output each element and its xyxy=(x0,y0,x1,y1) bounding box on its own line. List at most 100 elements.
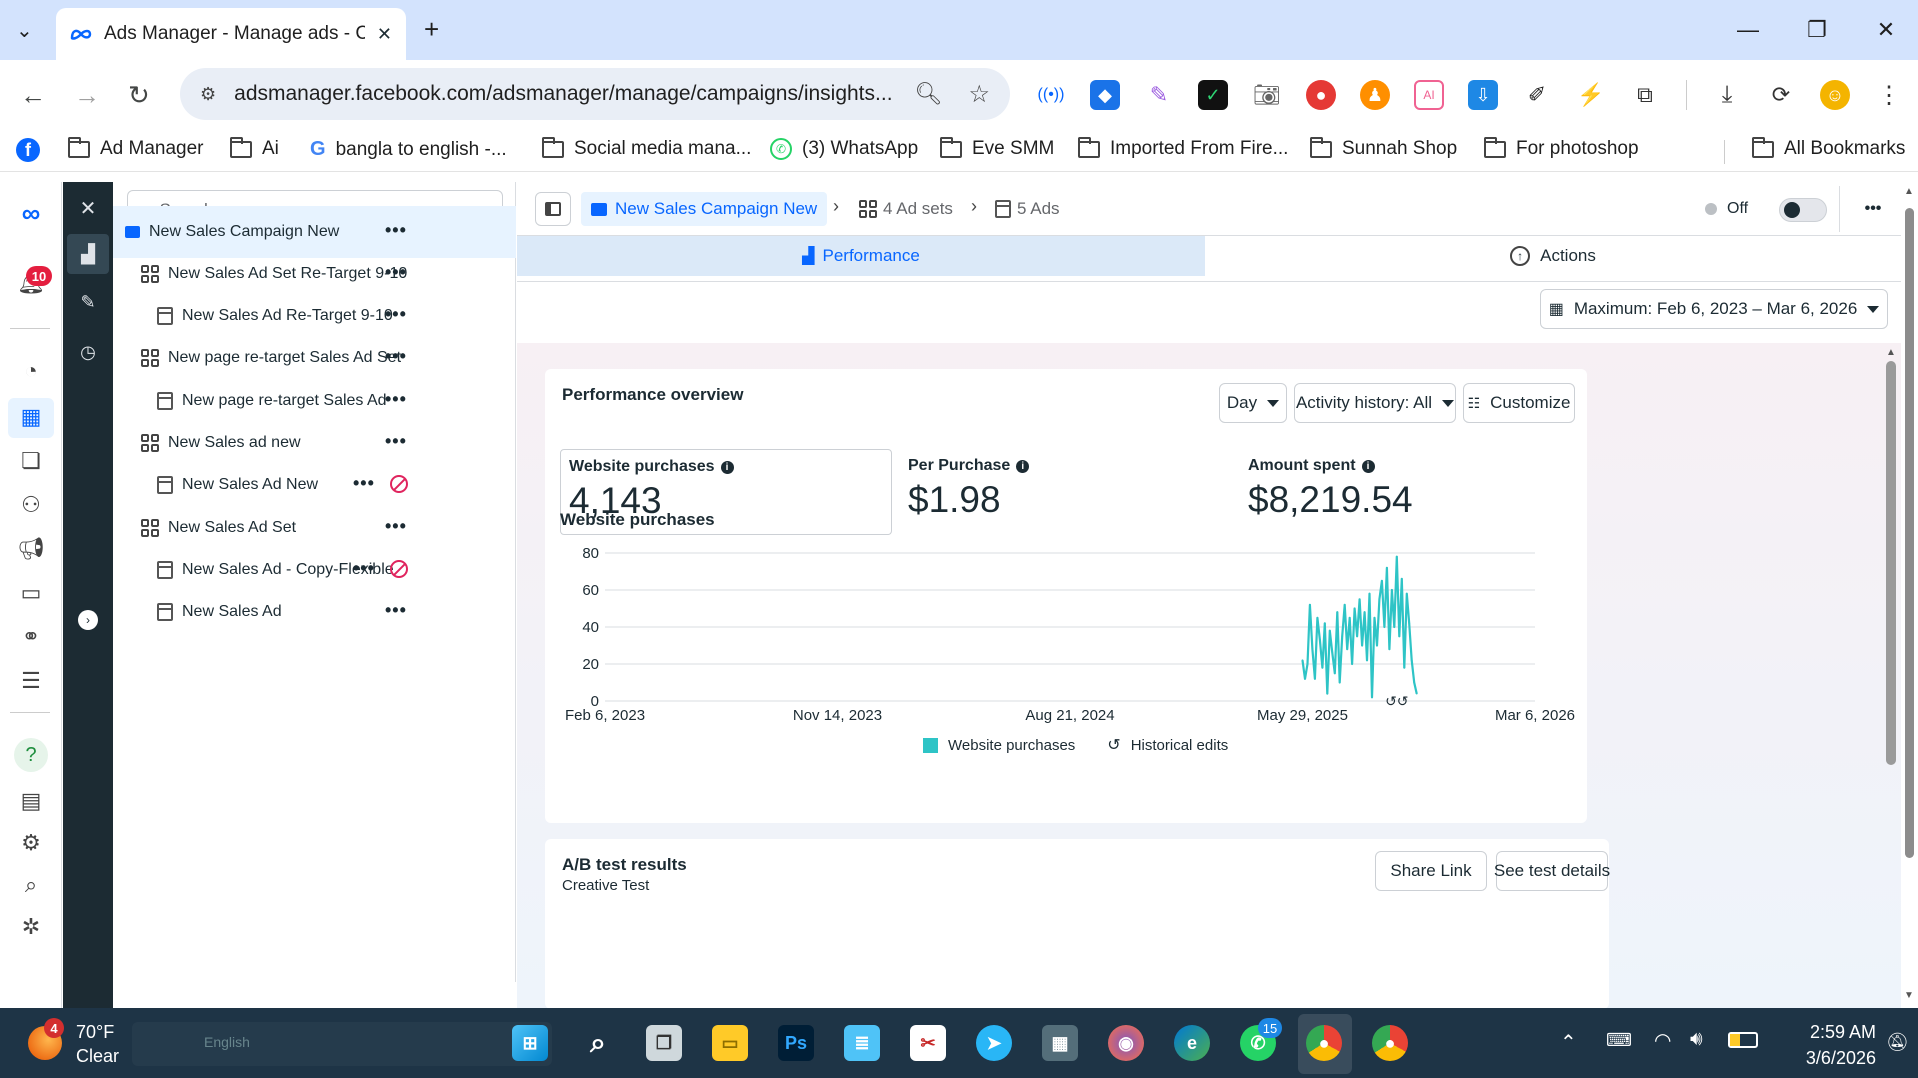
settings-gear-icon[interactable]: ⚙ xyxy=(16,828,46,858)
calculator-icon[interactable]: ▦ xyxy=(1042,1025,1078,1061)
info-icon[interactable]: i xyxy=(1016,459,1030,473)
bookmark-photoshop[interactable]: For photoshop xyxy=(1484,136,1639,160)
volume-icon[interactable]: 🔊︎ xyxy=(1690,1028,1703,1051)
url-text[interactable]: adsmanager.facebook.com/adsmanager/manag… xyxy=(234,82,894,106)
bookmark-ai[interactable]: Ai xyxy=(230,136,279,160)
bookmark-ad-manager[interactable]: Ad Manager xyxy=(68,136,204,160)
content-scroll-thumb[interactable] xyxy=(1886,361,1896,765)
tab-performance[interactable]: ▟ Performance xyxy=(517,236,1205,276)
notification-center-icon[interactable]: 🔕︎ xyxy=(1886,1032,1909,1053)
breadcrumb-adsets[interactable]: 4 Ad sets xyxy=(859,192,953,226)
extension-dropper-icon[interactable]: ✐ xyxy=(1522,80,1552,110)
tab-close-icon[interactable]: ✕ xyxy=(377,24,392,45)
window-close-icon[interactable]: ✕ xyxy=(1866,12,1906,48)
telegram-icon[interactable]: ➤ xyxy=(976,1025,1012,1061)
restore-icon[interactable]: ❐ xyxy=(1797,12,1837,48)
bookmark-whatsapp[interactable]: ✆ (3) WhatsApp xyxy=(770,138,918,160)
bookmark-social[interactable]: Social media mana... xyxy=(542,136,751,160)
downloads-icon[interactable]: ⤓ xyxy=(1712,80,1742,110)
extension-wand-icon[interactable]: ⚡ xyxy=(1576,80,1606,110)
customize-button[interactable]: ☷ Customize xyxy=(1463,383,1575,423)
granularity-dropdown[interactable]: Day xyxy=(1219,383,1287,423)
more-options-icon[interactable]: ••• xyxy=(385,346,407,367)
edge-icon[interactable]: e xyxy=(1174,1025,1210,1061)
more-options-icon[interactable]: ••• xyxy=(353,558,375,579)
bookmark-star-icon[interactable]: ☆ xyxy=(968,80,990,109)
more-options-icon[interactable]: ••• xyxy=(385,389,407,410)
help-icon[interactable]: ? xyxy=(14,738,48,772)
bug-report-icon[interactable]: ✲ xyxy=(16,912,46,942)
breadcrumb-ads[interactable]: 5 Ads xyxy=(995,192,1060,226)
keyboard-icon[interactable]: ⌨ xyxy=(1606,1030,1632,1051)
wifi-icon[interactable]: ◠ xyxy=(1654,1028,1671,1053)
snipping-tool-icon[interactable]: ✂ xyxy=(910,1025,946,1061)
more-options-icon[interactable]: ••• xyxy=(385,304,407,325)
campaigns-table-icon[interactable]: ▦ xyxy=(16,402,46,432)
extensions-puzzle-icon[interactable]: ⧉ xyxy=(1630,80,1660,110)
page-scrollbar[interactable]: ▲ ▼ xyxy=(1901,182,1918,1008)
scroll-up-icon[interactable]: ▲ xyxy=(1904,186,1914,197)
edit-pencil-icon[interactable]: ✎ xyxy=(74,288,102,316)
bookmark-sunnah[interactable]: Sunnah Shop xyxy=(1310,136,1457,160)
tab-actions[interactable]: ↑ Actions xyxy=(1205,236,1901,276)
facebook-bookmark[interactable]: f xyxy=(16,138,40,162)
start-windows-icon[interactable]: ⊞ xyxy=(512,1025,548,1061)
dashboard-gauge-icon[interactable]: ◔ xyxy=(16,356,46,386)
see-test-details-button[interactable]: See test details xyxy=(1494,851,1610,891)
activity-dropdown[interactable]: Activity history: All xyxy=(1294,383,1456,423)
tray-chevron-icon[interactable]: ⌃ xyxy=(1560,1030,1577,1055)
extension-person-icon[interactable]: ♟ xyxy=(1360,80,1390,110)
extension-camera-icon[interactable]: 📷︎ xyxy=(1252,80,1282,110)
performance-chart-icon[interactable]: ▟ xyxy=(74,240,102,268)
battery-icon[interactable] xyxy=(1728,1032,1758,1048)
pages-icon[interactable]: ❏ xyxy=(16,446,46,476)
site-info-icon[interactable]: ⚙ xyxy=(200,84,216,105)
extension-download-icon[interactable]: ⇩ xyxy=(1468,80,1498,110)
file-explorer-icon[interactable]: ▭ xyxy=(712,1025,748,1061)
profile-avatar[interactable]: ☺ xyxy=(1820,80,1850,110)
page-scroll-thumb[interactable] xyxy=(1905,208,1914,858)
meta-logo-icon[interactable]: ∞ xyxy=(16,198,46,228)
photoshop-icon[interactable]: Ps xyxy=(778,1025,814,1061)
extension-tag-icon[interactable]: ◆ xyxy=(1090,80,1120,110)
expand-panel-icon[interactable]: › xyxy=(78,610,98,630)
reports-icon[interactable]: ▤ xyxy=(16,786,46,816)
extension-pen-icon[interactable]: ✎ xyxy=(1144,80,1174,110)
more-options-icon[interactable]: ••• xyxy=(385,431,407,452)
forward-icon[interactable]: → xyxy=(74,80,100,111)
scroll-up-icon[interactable]: ▲ xyxy=(1886,347,1896,358)
more-options-icon[interactable]: ••• xyxy=(353,473,375,494)
more-options-icon[interactable]: ••• xyxy=(385,262,407,283)
breadcrumb-campaign[interactable]: New Sales Campaign New xyxy=(581,192,828,226)
extension-check-icon[interactable]: ✓ xyxy=(1198,80,1228,110)
scroll-down-icon[interactable]: ▼ xyxy=(1904,990,1914,1001)
info-icon[interactable]: i xyxy=(1361,459,1375,473)
extension-broadcast-icon[interactable]: ((•)) xyxy=(1036,80,1066,110)
tab-search-chevron-icon[interactable]: ⌄ xyxy=(16,18,33,43)
bookmark-imported[interactable]: Imported From Fire... xyxy=(1078,136,1288,160)
new-tab-icon[interactable]: + xyxy=(424,14,439,45)
back-icon[interactable]: ← xyxy=(20,80,46,111)
performance-icon[interactable]: ⟳ xyxy=(1766,80,1796,110)
firefox-icon[interactable]: ◉ xyxy=(1108,1025,1144,1061)
minimize-icon[interactable]: — xyxy=(1728,12,1768,48)
extension-ai-icon[interactable]: AI xyxy=(1414,80,1444,110)
search-icon[interactable]: ⌕ xyxy=(16,870,46,900)
business-tools-icon[interactable]: ⚭ xyxy=(16,622,46,652)
close-panel-icon[interactable]: ✕ xyxy=(74,194,102,222)
megaphone-icon[interactable]: 📢︎ xyxy=(16,534,46,564)
audiences-icon[interactable]: ⚇ xyxy=(16,490,46,520)
content-scrollbar[interactable]: ▲ xyxy=(1882,343,1900,1008)
clock-time[interactable]: 2:59 AM xyxy=(1786,1022,1876,1043)
bookmark-eve[interactable]: Eve SMM xyxy=(940,136,1054,160)
more-options-icon[interactable]: ••• xyxy=(385,516,407,537)
all-bookmarks[interactable]: All Bookmarks xyxy=(1752,136,1905,160)
history-clock-icon[interactable]: ◷ xyxy=(74,338,102,366)
share-link-button[interactable]: Share Link xyxy=(1375,851,1487,891)
browser-menu-icon[interactable]: ⋮ xyxy=(1874,80,1904,110)
more-options-icon[interactable]: ••• xyxy=(1855,192,1891,226)
task-view-icon[interactable]: ❐ xyxy=(646,1025,682,1061)
all-tools-menu-icon[interactable]: ☰ xyxy=(16,666,46,696)
chrome-profile-icon[interactable]: ● xyxy=(1372,1025,1408,1061)
address-bar[interactable]: ⚙ adsmanager.facebook.com/adsmanager/man… xyxy=(180,68,1010,120)
